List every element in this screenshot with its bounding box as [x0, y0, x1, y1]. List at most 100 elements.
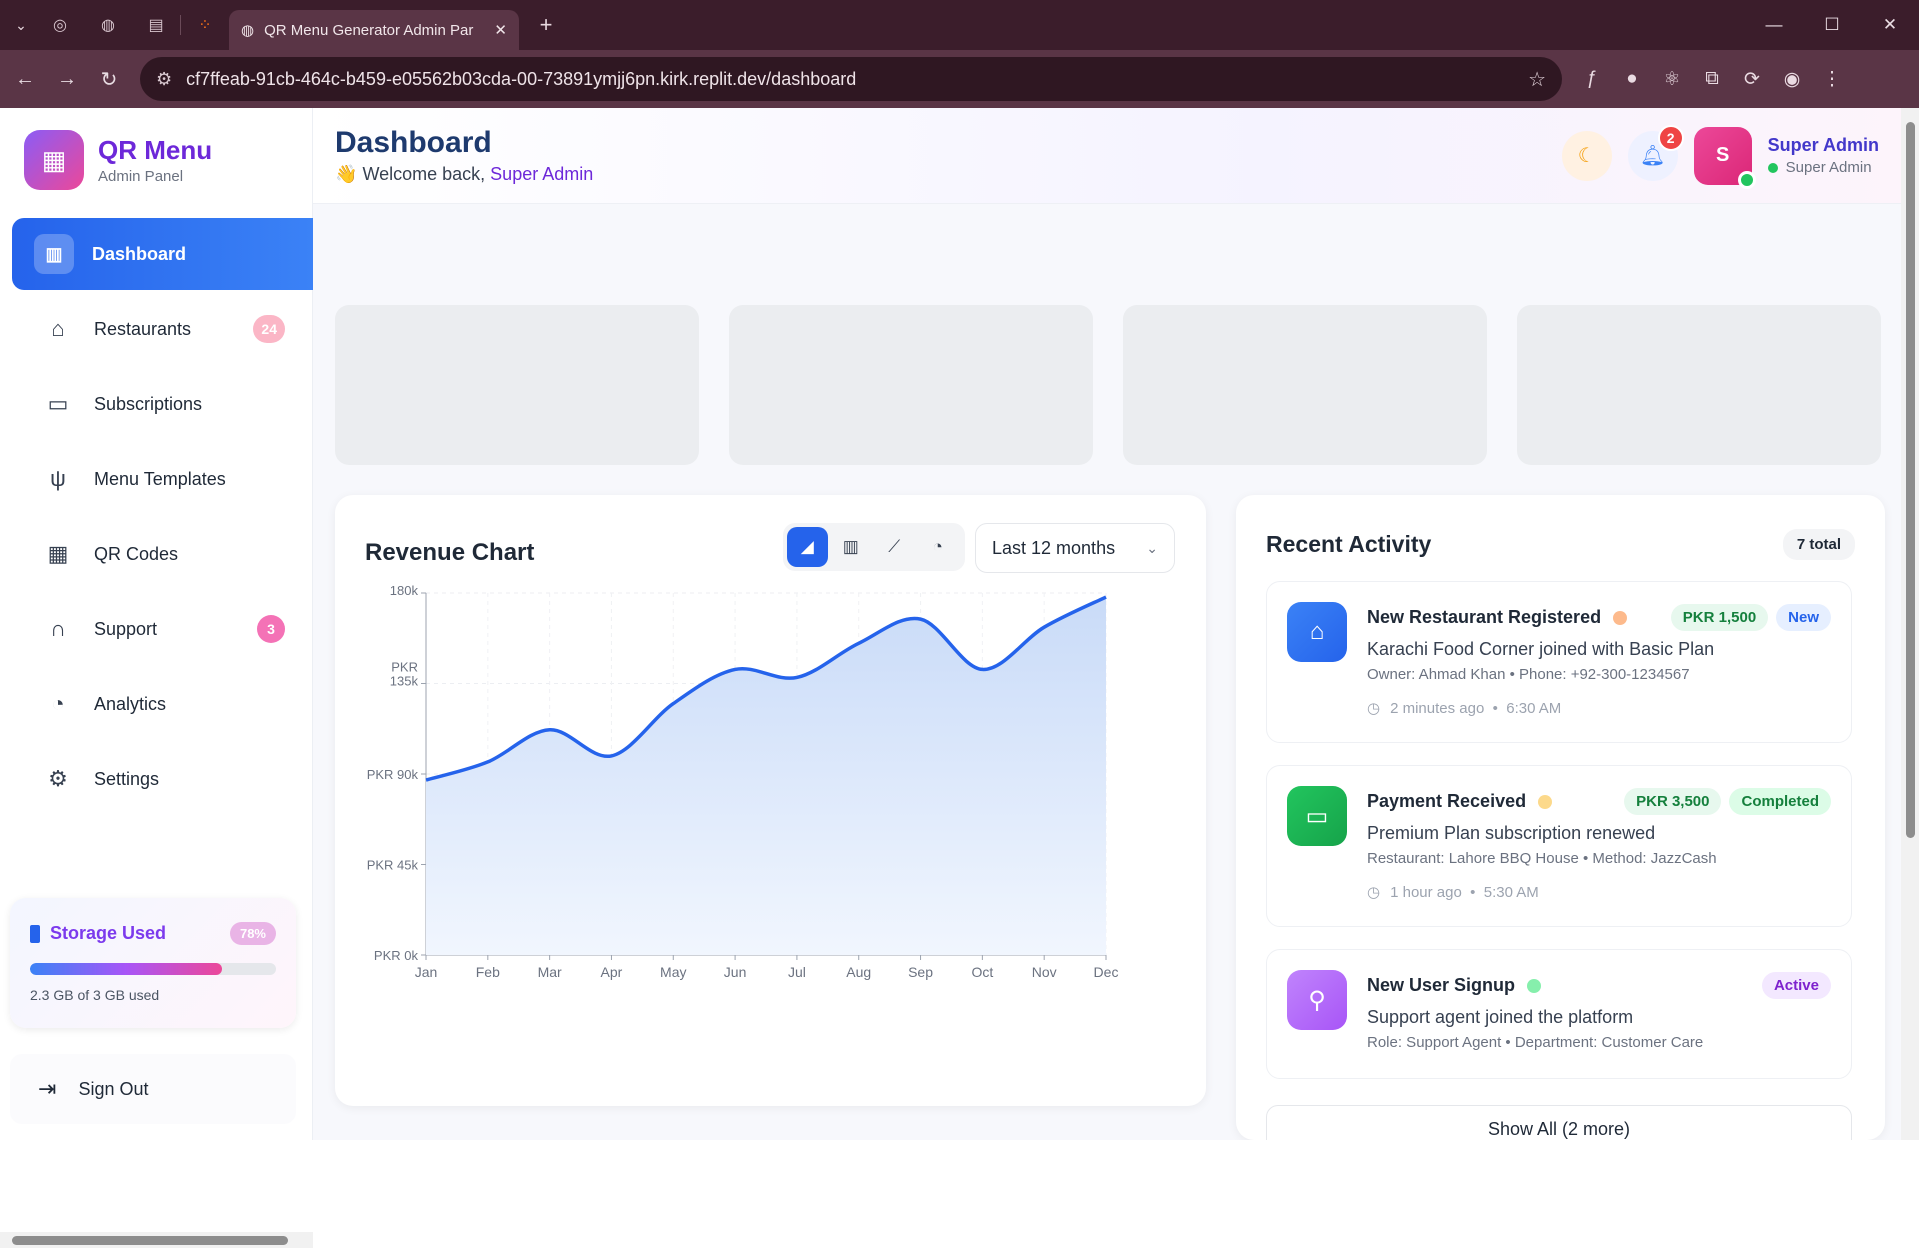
- x-tick-label: May: [660, 964, 686, 980]
- priority-dot: [1613, 610, 1628, 625]
- sidebar-item-analytics[interactable]: ◔ Analytics: [12, 668, 313, 740]
- date-range-select[interactable]: Last 12 months ⌄: [975, 523, 1175, 573]
- storage-percent-badge: 78%: [229, 922, 276, 945]
- activity-item[interactable]: ⌂ New Restaurant Registered PKR 1,500 Ne…: [1266, 581, 1852, 743]
- menu-icon[interactable]: ⋮: [1812, 68, 1852, 91]
- bookmark-star-icon[interactable]: ☆: [1528, 67, 1546, 92]
- page-vertical-scrollbar[interactable]: [1901, 108, 1919, 1140]
- sidebar-horizontal-scrollbar[interactable]: [0, 1232, 313, 1248]
- area-chart-icon[interactable]: ◢: [787, 527, 828, 567]
- tab-title: QR Menu Generator Admin Par: [264, 21, 474, 39]
- x-tick-label: Apr: [601, 964, 623, 980]
- support-count-badge: 3: [257, 615, 285, 643]
- sidebar-item-label: QR Codes: [94, 543, 179, 564]
- headphones-icon: ∩: [50, 616, 66, 641]
- pie-chart-icon[interactable]: ◔: [918, 527, 959, 567]
- profile-icon[interactable]: ◉: [1772, 68, 1812, 91]
- card-icon: ▭: [1287, 786, 1347, 846]
- scrollbar-thumb[interactable]: [12, 1236, 288, 1245]
- tab-search-icon[interactable]: ⌄: [6, 10, 36, 40]
- amount-chip: PKR 1,500: [1670, 604, 1769, 631]
- status-badge: Active: [1761, 972, 1831, 999]
- reload-icon[interactable]: ↻: [90, 60, 128, 98]
- back-icon[interactable]: ←: [6, 60, 44, 98]
- x-tick-label: Nov: [1032, 964, 1057, 980]
- active-tab[interactable]: ◍ QR Menu Generator Admin Par ✕: [229, 10, 519, 50]
- store-icon: ⌂: [1287, 602, 1347, 662]
- tab-favicon-globe-icon[interactable]: ◍: [94, 11, 122, 39]
- sidebar-nav: ▥ Dashboard ⌂ Restaurants 24 ▭ Subscript…: [0, 218, 313, 815]
- sidebar-item-menu-templates[interactable]: ψ Menu Templates: [12, 443, 313, 515]
- chart-icon: ▥: [34, 234, 74, 274]
- x-tick-label: Jan: [415, 964, 438, 980]
- y-tick-label: PKR 90k: [367, 767, 419, 782]
- close-window-icon[interactable]: ✕: [1861, 0, 1919, 50]
- activity-description: Premium Plan subscription renewed: [1367, 823, 1656, 843]
- sync-icon[interactable]: ⟳: [1732, 68, 1772, 91]
- react-extension-icon[interactable]: ⚛: [1652, 68, 1692, 91]
- bar-chart-icon[interactable]: ▥: [831, 527, 872, 567]
- theme-toggle-moon-icon[interactable]: ☾: [1561, 130, 1612, 181]
- sidebar-item-settings[interactable]: ⚙ Settings: [12, 743, 313, 815]
- notification-count-badge: 2: [1657, 124, 1684, 151]
- puzzle-icon[interactable]: ⧉: [1692, 68, 1732, 90]
- globe-icon: ◍: [241, 22, 255, 39]
- tab-favicon-doc-icon[interactable]: ▤: [142, 11, 170, 39]
- status-badge: New: [1776, 604, 1831, 631]
- window-controls: — ☐ ✕: [1745, 0, 1919, 50]
- site-info-icon[interactable]: ⚙: [156, 69, 172, 90]
- new-tab-button[interactable]: +: [531, 10, 561, 40]
- stat-card-skeleton: [335, 305, 699, 465]
- address-bar: ← → ↻ ⚙ cf7ffeab-91cb-464c-b459-e05562b0…: [0, 50, 1919, 108]
- sign-out-button[interactable]: ⇥ Sign Out: [10, 1054, 296, 1124]
- activity-item[interactable]: ▭ Payment Received PKR 3,500 Completed P…: [1266, 765, 1852, 927]
- storage-progress-bar: [30, 963, 276, 975]
- y-tick-label: PKR 45k: [367, 858, 419, 873]
- maximize-icon[interactable]: ☐: [1803, 0, 1861, 50]
- extension-icon[interactable]: ●: [1612, 68, 1652, 90]
- clock-icon: ◷: [1367, 700, 1381, 717]
- storage-label: Storage Used: [50, 923, 167, 943]
- activity-total-badge: 7 total: [1782, 529, 1855, 560]
- brand: ▦ QR Menu Admin Panel: [0, 108, 312, 212]
- stat-cards-loading: [335, 305, 1881, 465]
- user-info[interactable]: Super Admin Super Admin: [1767, 135, 1879, 176]
- forward-icon[interactable]: →: [48, 60, 86, 98]
- tab-favicon-replit-icon[interactable]: ⁘: [191, 11, 219, 39]
- online-dot: [1767, 162, 1778, 173]
- activity-meta: Restaurant: Lahore BBQ House • Method: J…: [1367, 850, 1717, 867]
- line-chart-icon[interactable]: ⟋: [874, 527, 915, 567]
- formula-extension-icon[interactable]: ƒ: [1572, 68, 1612, 90]
- activity-meta: Owner: Ahmad Khan • Phone: +92-300-12345…: [1367, 666, 1690, 683]
- activity-description: Support agent joined the platform: [1367, 1007, 1634, 1027]
- revenue-chart-card: Revenue Chart ◢ ▥ ⟋ ◔ Last 12 months ⌄ P…: [335, 495, 1206, 1106]
- storage-detail: 2.3 GB of 3 GB used: [30, 987, 160, 1003]
- user-role: Super Admin: [1785, 159, 1872, 176]
- activity-time: 1 hour ago: [1390, 883, 1462, 901]
- activity-title: Recent Activity: [1266, 531, 1432, 557]
- show-all-button[interactable]: Show All (2 more): [1266, 1105, 1852, 1140]
- sidebar-item-dashboard[interactable]: ▥ Dashboard: [12, 218, 313, 290]
- url-field[interactable]: ⚙ cf7ffeab-91cb-464c-b459-e05562b03cda-0…: [140, 57, 1562, 101]
- tab-favicon-1[interactable]: ◎: [46, 11, 74, 39]
- storage-icon: [30, 924, 40, 943]
- sidebar-item-support[interactable]: ∩ Support 3: [12, 593, 313, 665]
- avatar[interactable]: S: [1693, 126, 1756, 189]
- sidebar-item-label: Support: [94, 618, 158, 639]
- minimize-icon[interactable]: —: [1745, 0, 1803, 50]
- user-plus-icon: ⚲: [1287, 970, 1347, 1030]
- notifications-bell-icon[interactable]: 🔔︎ 2: [1627, 124, 1684, 181]
- utensils-icon: ψ: [50, 466, 66, 491]
- activity-item[interactable]: ⚲ New User Signup Active Support agent j…: [1266, 949, 1852, 1079]
- scrollbar-thumb[interactable]: [1906, 122, 1915, 838]
- x-tick-label: Jun: [724, 964, 747, 980]
- qr-icon: ▦: [47, 541, 69, 566]
- sidebar-item-restaurants[interactable]: ⌂ Restaurants 24: [12, 293, 313, 365]
- sidebar-item-qr-codes[interactable]: ▦ QR Codes: [12, 518, 313, 590]
- close-tab-icon[interactable]: ✕: [494, 21, 507, 39]
- sidebar-item-subscriptions[interactable]: ▭ Subscriptions: [12, 368, 313, 440]
- gear-icon: ⚙: [48, 766, 68, 791]
- activity-item-title: New Restaurant Registered: [1367, 607, 1602, 627]
- priority-dot: [1527, 978, 1542, 993]
- card-icon: ▭: [47, 391, 69, 416]
